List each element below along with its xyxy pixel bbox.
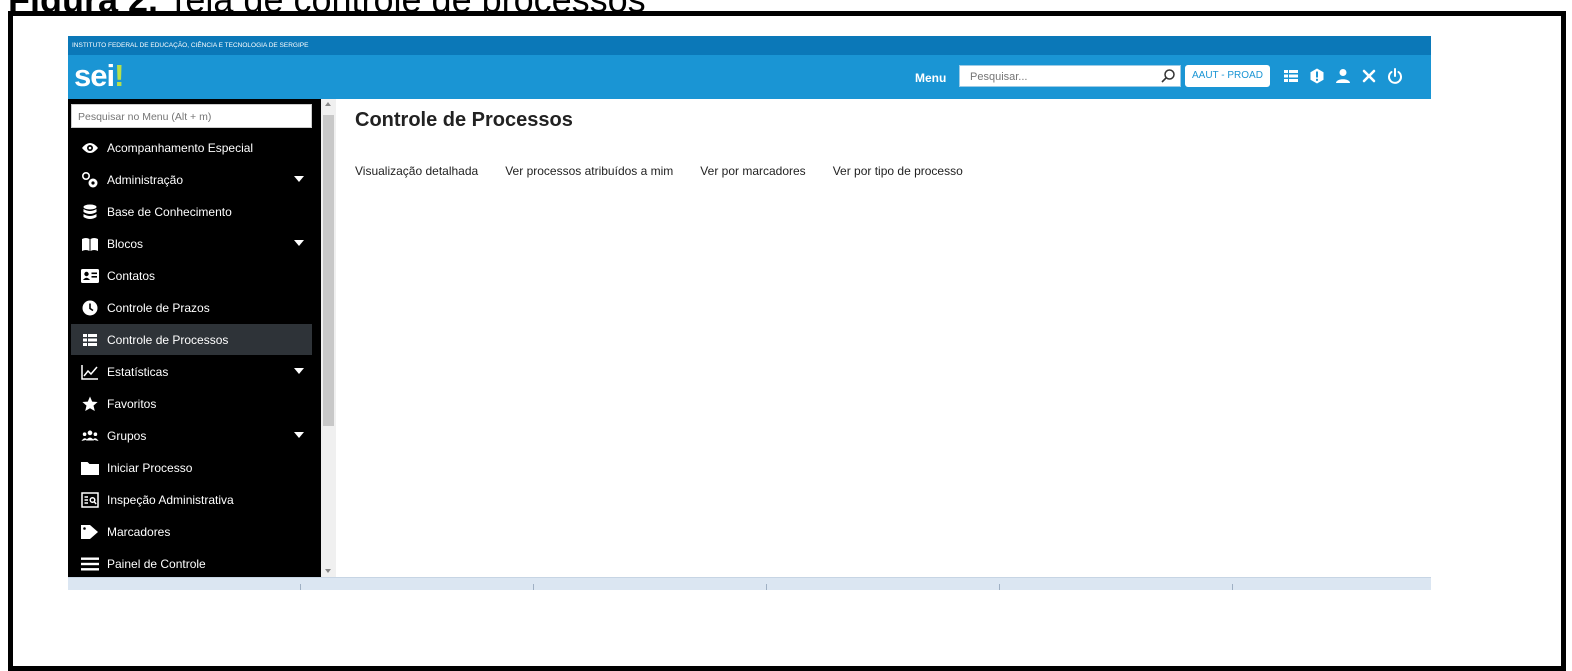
sidebar-item-label: Iniciar Processo [107,460,193,475]
view-link-marcadores[interactable]: Ver por marcadores [700,164,805,178]
sidebar-item-contatos[interactable]: Contatos [71,260,312,291]
sidebar-scrollbar[interactable] [321,99,336,577]
list-icon[interactable] [1282,67,1300,85]
sidebar-item-blocos[interactable]: Blocos [71,228,312,259]
tools-icon[interactable] [1360,67,1378,85]
strip-divider [300,584,301,590]
sidebar-item-controle-de-processos[interactable]: Controle de Processos [71,324,312,355]
sei-logo[interactable]: sei! [74,57,124,95]
chart-line-icon [81,363,99,381]
logo-mark: ! [114,58,124,93]
power-icon[interactable] [1386,67,1404,85]
sidebar-item-label: Estatísticas [107,364,169,379]
menu-search-input[interactable] [76,106,305,128]
sidebar-item-controle-de-prazos[interactable]: Controle de Prazos [71,292,312,323]
header-search-input[interactable] [968,67,1162,87]
sidebar-item-inspecao-administrativa[interactable]: Inspeção Administrativa [71,484,312,515]
sidebar-item-label: Inspeção Administrativa [107,492,234,507]
book-icon [81,235,99,253]
sidebar-item-marcadores[interactable]: Marcadores [71,516,312,547]
user-icon[interactable] [1334,67,1352,85]
sidebar-item-estatisticas[interactable]: Estatísticas [71,356,312,387]
search-icon[interactable] [1160,68,1176,84]
database-icon [81,203,99,221]
view-link-detalhada[interactable]: Visualização detalhada [355,164,478,178]
strip-divider [533,584,534,590]
users-icon [81,427,99,445]
sidebar-item-label: Marcadores [107,524,171,539]
sidebar-item-label: Acompanhamento Especial [107,140,254,155]
logo-text: sei [74,58,115,93]
sidebar-item-label: Administração [107,172,184,187]
contact-card-icon [81,267,99,285]
header-icons [1282,67,1404,85]
sidebar-item-label: Controle de Prazos [107,300,210,315]
sidebar-item-iniciar-processo[interactable]: Iniciar Processo [71,452,312,483]
header-search [959,65,1181,87]
menu-search [71,104,312,128]
sidebar-item-label: Contatos [107,268,156,283]
gears-icon [81,171,99,189]
sidebar-item-administracao[interactable]: Administração [71,164,312,195]
chevron-down-icon[interactable] [294,368,304,374]
page-title: Controle de Processos [355,109,573,131]
menu-label[interactable]: Menu [915,71,946,85]
strip-divider [766,584,767,590]
sidebar-menu: Acompanhamento Especial Administração Ba… [68,99,321,577]
bottom-status-strip [68,577,1431,590]
star-icon [81,395,99,413]
sidebar-item-label: Grupos [107,428,147,443]
sidebar-item-label: Painel de Controle [107,556,206,571]
top-header: sei! Menu AAUT - PROAD [68,55,1431,99]
scroll-up-arrow-icon[interactable] [325,102,331,106]
view-link-tipo-processo[interactable]: Ver por tipo de processo [833,164,963,178]
inspect-icon [81,491,99,509]
strip-divider [1232,584,1233,590]
strip-divider [999,584,1000,590]
sidebar-item-grupos[interactable]: Grupos [71,420,312,451]
sidebar-item-label: Blocos [107,236,144,251]
sidebar-item-base-de-conhecimento[interactable]: Base de Conhecimento [71,196,312,227]
sidebar-item-label: Favoritos [107,396,157,411]
menu-bars-icon [81,555,99,573]
scroll-down-arrow-icon[interactable] [325,569,331,573]
sidebar-item-acompanhamento-especial[interactable]: Acompanhamento Especial [71,132,312,163]
view-link-atribuidos[interactable]: Ver processos atribuídos a mim [505,164,673,178]
eye-icon [81,139,99,157]
sidebar-item-painel-de-controle[interactable]: Painel de Controle [71,548,312,577]
alert-icon[interactable] [1308,67,1326,85]
institute-bar: INSTITUTO FEDERAL DE EDUCAÇÃO, CIÊNCIA E… [68,36,1431,55]
list-icon [81,331,99,349]
sidebar-item-label: Base de Conhecimento [107,204,232,219]
folder-icon [81,459,99,477]
sidebar-item-favoritos[interactable]: Favoritos [71,388,312,419]
clock-icon [81,299,99,317]
chevron-down-icon[interactable] [294,240,304,246]
scrollbar-thumb[interactable] [323,115,334,426]
tag-icon [81,523,99,541]
view-links: Visualização detalhada Ver processos atr… [355,164,990,178]
unit-selector[interactable]: AAUT - PROAD [1185,65,1270,87]
chevron-down-icon[interactable] [294,432,304,438]
chevron-down-icon[interactable] [294,176,304,182]
sidebar-item-label: Controle de Processos [107,332,229,347]
sei-app-window: INSTITUTO FEDERAL DE EDUCAÇÃO, CIÊNCIA E… [68,36,1431,590]
